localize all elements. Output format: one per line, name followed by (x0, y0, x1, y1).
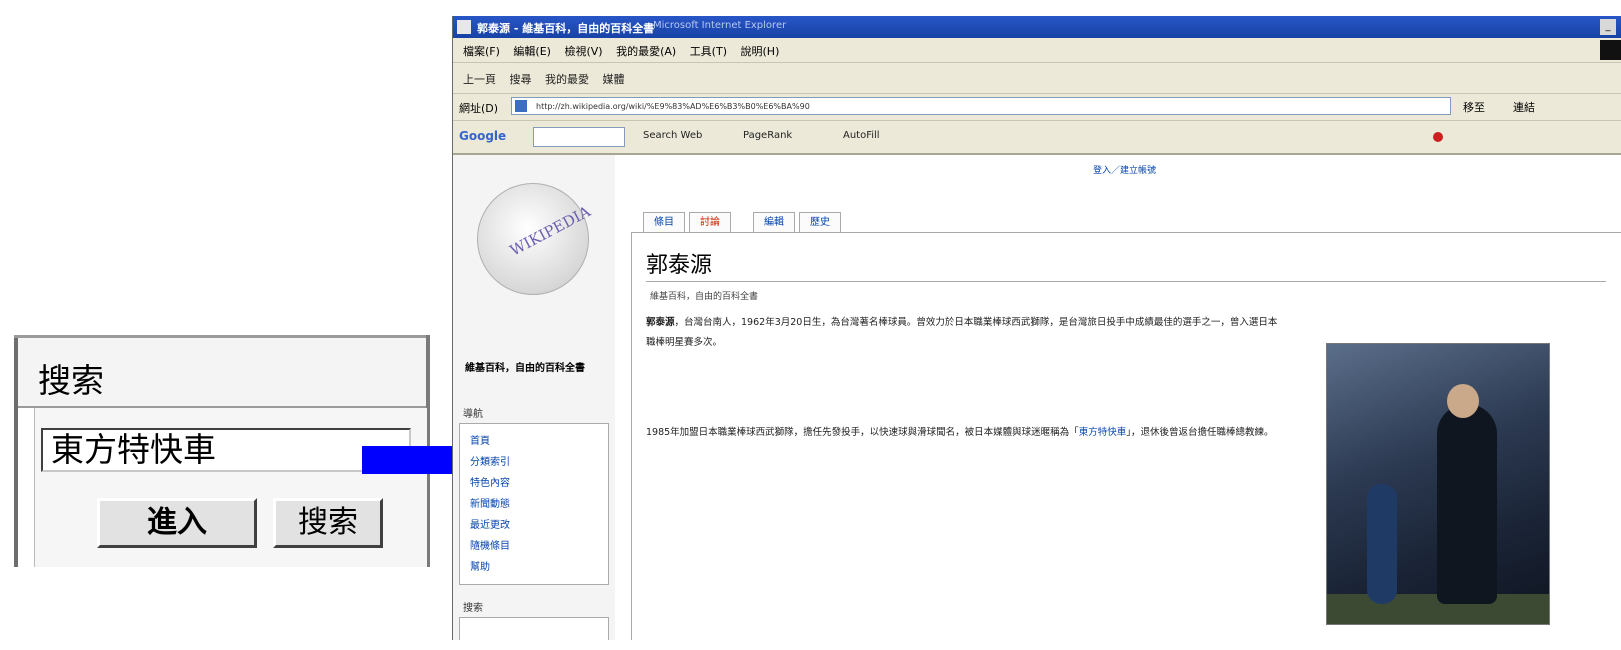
nav-item-help[interactable]: 幫助 (470, 558, 490, 573)
back-button[interactable]: 上一頁 (463, 71, 496, 87)
article-content: 郭泰源 維基百科，自由的百科全書 郭泰源，台灣台南人，1962年3月20日生，為… (631, 232, 1621, 640)
photo-player-figure (1437, 404, 1497, 604)
title-divider (646, 281, 1606, 282)
google-logo[interactable]: Google (459, 129, 506, 143)
nav-item-news[interactable]: 新聞動態 (470, 495, 510, 510)
menu-tools[interactable]: 工具(T) (690, 43, 727, 59)
search-input[interactable]: 東方特快車 (41, 428, 411, 472)
menu-favorites[interactable]: 我的最愛(A) (616, 43, 676, 59)
paragraph-text: 」，退休後曾返台擔任職棒總教練。 (1126, 427, 1274, 438)
address-bar: 網址(D) http://zh.wikipedia.org/wiki/%E9%8… (453, 94, 1621, 121)
search-panel-title: 搜索 (38, 361, 104, 400)
standard-toolbar: 上一頁 搜尋 我的最愛 媒體 (453, 63, 1621, 94)
nav-item-categories[interactable]: 分類索引 (470, 453, 510, 468)
navigation-box: 首頁 分類索引 特色內容 新聞動態 最近更改 隨機條目 幫助 (459, 423, 609, 585)
toolbar-search-button[interactable]: 搜尋 (510, 71, 532, 87)
popup-blocker-icon[interactable] (1433, 132, 1443, 142)
go-to-button[interactable]: 移至 (1463, 99, 1485, 115)
tab-discussion[interactable]: 討論 (689, 212, 731, 233)
minimize-icon[interactable]: _ (1600, 19, 1616, 35)
paragraph-text: 1985年加盟日本職業棒球西武獅隊，擔任先發投手，以快速球與滑球聞名，被日本媒體… (646, 427, 1079, 438)
ie-icon (457, 20, 471, 34)
sidebar-search-box[interactable] (459, 617, 609, 640)
sidebar-search-header: 搜索 (463, 603, 483, 614)
article-paragraph: 1985年加盟日本職業棒球西武獅隊，擔任先發投手，以快速球與滑球聞名，被日本媒體… (646, 423, 1286, 443)
menu-help[interactable]: 說明(H) (741, 43, 780, 59)
page-subtitle: 維基百科，自由的百科全書 (650, 292, 759, 302)
nav-item-home[interactable]: 首頁 (470, 432, 490, 447)
menu-view[interactable]: 檢視(V) (564, 43, 602, 59)
browser-window: 郭泰源 - 維基百科，自由的百科全書 Microsoft Internet Ex… (452, 16, 1621, 640)
navigation-header: 導航 (463, 409, 483, 420)
tab-edit[interactable]: 編輯 (753, 212, 795, 233)
address-input[interactable]: http://zh.wikipedia.org/wiki/%E9%83%AD%E… (511, 97, 1451, 115)
window-title: 郭泰源 - 維基百科，自由的百科全書 (477, 22, 655, 35)
article-lead-name: 郭泰源 (646, 317, 675, 328)
tab-history[interactable]: 歷史 (799, 212, 841, 233)
media-button[interactable]: 媒體 (603, 71, 625, 87)
article-paragraph: 郭泰源，台灣台南人，1962年3月20日生，為台灣著名棒球員。曾效力於日本職業棒… (646, 313, 1286, 353)
article-photo[interactable] (1326, 343, 1550, 625)
menu-edit[interactable]: 編輯(E) (513, 43, 551, 59)
tab-article[interactable]: 條目 (643, 212, 685, 233)
title-bar: 郭泰源 - 維基百科，自由的百科全書 Microsoft Internet Ex… (453, 16, 1621, 38)
google-autofill-button[interactable]: AutoFill (843, 130, 880, 141)
photo-background-figure (1367, 484, 1397, 604)
photo-player-head (1447, 384, 1479, 418)
wiki-sidebar: WIKIPEDIA 維基百科，自由的百科全書 導航 首頁 分類索引 特色內容 新… (453, 155, 615, 640)
site-name: 維基百科，自由的百科全書 (465, 363, 585, 374)
page-icon (515, 100, 527, 112)
links-button[interactable]: 連結 (1513, 99, 1535, 115)
menu-bar: 檔案(F) 編輯(E) 檢視(V) 我的最愛(A) 工具(T) 說明(H) (453, 38, 1621, 63)
paragraph-text: ，台灣台南人，1962年3月20日生，為台灣著名棒球員。曾效力於日本職業棒球西武… (646, 317, 1278, 348)
menu-file[interactable]: 檔案(F) (463, 43, 500, 59)
wikipedia-logo[interactable]: WIKIPEDIA (477, 183, 593, 295)
window-app-name: Microsoft Internet Explorer (653, 20, 787, 31)
personal-links[interactable]: 登入／建立帳號 (1093, 163, 1156, 176)
nav-item-recent-changes[interactable]: 最近更改 (470, 516, 510, 531)
favorites-button[interactable]: 我的最愛 (545, 71, 589, 87)
nav-item-random[interactable]: 隨機條目 (470, 537, 510, 552)
article-link[interactable]: 東方特快車 (1079, 427, 1127, 438)
address-label: 網址(D) (459, 102, 499, 115)
search-panel-header: 搜索 (18, 338, 426, 408)
google-search-web-button[interactable]: Search Web (643, 130, 702, 141)
page-title: 郭泰源 (646, 253, 713, 278)
wikipedia-logo-text: WIKIPEDIA (506, 202, 594, 260)
windows-logo-icon (1600, 40, 1621, 60)
google-pagerank-button[interactable]: PageRank (743, 130, 792, 141)
google-search-input[interactable] (533, 127, 625, 147)
google-toolbar: Google Search Web PageRank AutoFill (453, 121, 1621, 155)
go-button[interactable]: 進入 (97, 498, 257, 548)
nav-item-featured[interactable]: 特色內容 (470, 474, 510, 489)
